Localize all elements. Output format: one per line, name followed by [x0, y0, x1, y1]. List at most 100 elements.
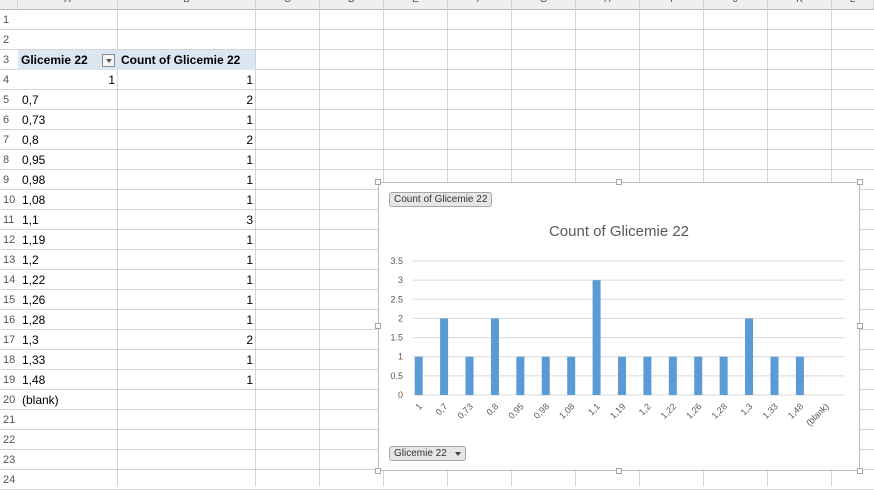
row-header[interactable]: 9: [0, 170, 18, 190]
bar[interactable]: [592, 280, 601, 395]
bar[interactable]: [516, 356, 525, 395]
pivot-count-cell[interactable]: 1: [118, 110, 256, 130]
bar[interactable]: [567, 356, 576, 395]
pivot-row-label[interactable]: 1,08: [18, 190, 118, 210]
axis-field-button[interactable]: Glicemie 22: [389, 446, 466, 461]
pivot-count-cell[interactable]: 1: [118, 310, 256, 330]
row-header[interactable]: 14: [0, 270, 18, 290]
row-header[interactable]: 16: [0, 310, 18, 330]
row-header[interactable]: 6: [0, 110, 18, 130]
pivot-count-cell[interactable]: 1: [118, 70, 256, 90]
row-header[interactable]: 22: [0, 430, 18, 450]
resize-handle-top-left[interactable]: [375, 179, 381, 185]
row-header[interactable]: 17: [0, 330, 18, 350]
column-header-a[interactable]: A: [18, 0, 118, 10]
pivot-count-cell[interactable]: 2: [118, 90, 256, 110]
column-header-h[interactable]: H: [576, 0, 640, 10]
pivot-count-cell[interactable]: 2: [118, 130, 256, 150]
pivot-row-label[interactable]: 0,7: [18, 90, 118, 110]
row-header[interactable]: 23: [0, 450, 18, 470]
column-header-e[interactable]: E: [384, 0, 448, 10]
bar[interactable]: [440, 318, 449, 395]
pivot-count-cell[interactable]: 1: [118, 190, 256, 210]
pivot-row-label[interactable]: (blank): [18, 390, 118, 410]
bar[interactable]: [795, 356, 804, 395]
row-header[interactable]: 11: [0, 210, 18, 230]
pivot-row-label[interactable]: 1,1: [18, 210, 118, 230]
pivot-count-cell[interactable]: 1: [118, 290, 256, 310]
row-header[interactable]: 8: [0, 150, 18, 170]
pivot-row-label[interactable]: 1,28: [18, 310, 118, 330]
bar[interactable]: [745, 318, 754, 395]
row-header[interactable]: 12: [0, 230, 18, 250]
column-header-c[interactable]: C: [256, 0, 320, 10]
pivot-row-label[interactable]: 1,2: [18, 250, 118, 270]
row-header[interactable]: 4: [0, 70, 18, 90]
column-header-l[interactable]: L: [832, 0, 874, 10]
row-header[interactable]: 1: [0, 10, 18, 30]
column-header-i[interactable]: I: [640, 0, 704, 10]
pivot-count-cell[interactable]: 1: [118, 250, 256, 270]
sheet-row[interactable]: [18, 470, 874, 490]
row-header[interactable]: 2: [0, 30, 18, 50]
pivot-count-cell[interactable]: 1: [118, 230, 256, 250]
bar[interactable]: [668, 356, 677, 395]
pivot-row-label[interactable]: 1,48: [18, 370, 118, 390]
resize-handle-bottom-left[interactable]: [375, 468, 381, 474]
row-header[interactable]: 24: [0, 470, 18, 490]
row-header[interactable]: 19: [0, 370, 18, 390]
row-header[interactable]: 10: [0, 190, 18, 210]
resize-handle-bottom-right[interactable]: [857, 468, 863, 474]
resize-handle-top[interactable]: [616, 179, 622, 185]
pivot-row-label[interactable]: 1,22: [18, 270, 118, 290]
row-header[interactable]: 3: [0, 50, 18, 70]
select-all-corner[interactable]: [0, 0, 18, 10]
resize-handle-left[interactable]: [375, 323, 381, 329]
pivot-count-cell[interactable]: 1: [118, 270, 256, 290]
bar[interactable]: [643, 356, 652, 395]
sheet-row[interactable]: [18, 10, 874, 30]
row-header[interactable]: 21: [0, 410, 18, 430]
pivot-count-cell[interactable]: 3: [118, 210, 256, 230]
resize-handle-right[interactable]: [857, 323, 863, 329]
resize-handle-bottom[interactable]: [616, 468, 622, 474]
column-header-k[interactable]: K: [768, 0, 832, 10]
bar[interactable]: [719, 356, 728, 395]
bar[interactable]: [465, 356, 474, 395]
row-header[interactable]: 18: [0, 350, 18, 370]
pivot-row-label[interactable]: 1,3: [18, 330, 118, 350]
pivot-count-cell[interactable]: 2: [118, 330, 256, 350]
pivot-row-label[interactable]: 1,19: [18, 230, 118, 250]
bar[interactable]: [541, 356, 550, 395]
pivot-row-label[interactable]: 1,26: [18, 290, 118, 310]
pivot-count-cell[interactable]: 1: [118, 370, 256, 390]
pivot-count-cell[interactable]: 1: [118, 150, 256, 170]
column-header-j[interactable]: J: [704, 0, 768, 10]
bar[interactable]: [414, 356, 423, 395]
sheet-row[interactable]: [18, 30, 874, 50]
pivot-row-label[interactable]: 0,73: [18, 110, 118, 130]
pivot-row-label[interactable]: 0,98: [18, 170, 118, 190]
bar[interactable]: [618, 356, 626, 395]
row-header[interactable]: 13: [0, 250, 18, 270]
pivot-chart[interactable]: Count of Glicemie 22 Count of Glicemie 2…: [375, 179, 863, 474]
resize-handle-top-right[interactable]: [857, 179, 863, 185]
row-header[interactable]: 15: [0, 290, 18, 310]
filter-dropdown-icon[interactable]: [102, 54, 115, 67]
pivot-row-label[interactable]: 0,95: [18, 150, 118, 170]
bar[interactable]: [770, 356, 779, 395]
pivot-row-value[interactable]: 1: [18, 70, 118, 90]
row-header[interactable]: 7: [0, 130, 18, 150]
column-header-f[interactable]: F: [448, 0, 512, 10]
pivot-values-header[interactable]: Count of Glicemie 22: [118, 50, 255, 70]
column-header-b[interactable]: B: [118, 0, 256, 10]
row-header[interactable]: 5: [0, 90, 18, 110]
pivot-count-cell[interactable]: 1: [118, 350, 256, 370]
pivot-row-label[interactable]: 1,33: [18, 350, 118, 370]
bar[interactable]: [694, 356, 703, 395]
pivot-row-label[interactable]: 0,8: [18, 130, 118, 150]
column-header-d[interactable]: D: [320, 0, 384, 10]
column-header-g[interactable]: G: [512, 0, 576, 10]
row-header[interactable]: 20: [0, 390, 18, 410]
bar[interactable]: [490, 318, 499, 395]
